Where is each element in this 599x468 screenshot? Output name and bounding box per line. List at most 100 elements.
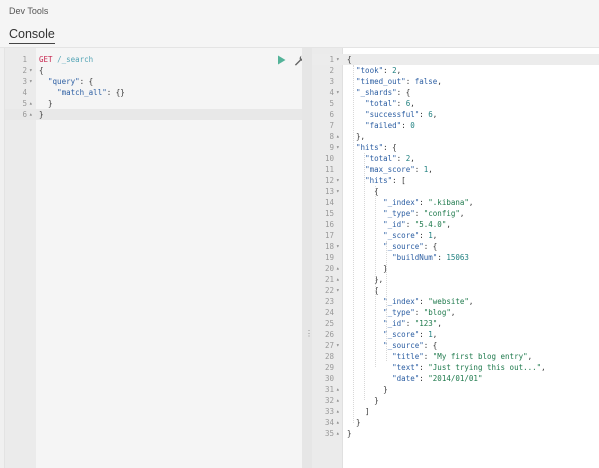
code-line[interactable]: 12 ▾ "hits": [ [312, 175, 599, 186]
fold-open-icon[interactable]: ▾ [336, 142, 342, 153]
resize-grip-icon[interactable]: ⋮ [305, 330, 313, 340]
line-number: 35 [324, 429, 334, 438]
fold-close-icon[interactable]: ▴ [336, 274, 342, 285]
code-token: : [414, 308, 424, 317]
code-text: "title": "My first blog entry", [347, 351, 599, 362]
fold-open-icon[interactable]: ▾ [29, 76, 35, 87]
code-text: "_id": "5.4.0", [347, 219, 599, 230]
response-viewer[interactable]: 1 ▾{2 "took": 2, 3 "timed_out": false, 4 ▾ "… [312, 48, 599, 468]
code-line[interactable]: 16 "_id": "5.4.0", [312, 219, 599, 230]
code-line[interactable]: 20 ▴ } [312, 263, 599, 274]
code-token: "hits" [356, 143, 384, 152]
code-line[interactable]: 27 ▾ "_source": { [312, 340, 599, 351]
code-token: "_index" [383, 198, 420, 207]
code-line[interactable]: 4 ▾ "_shards": { [312, 87, 599, 98]
code-line[interactable]: 33 ▴ ] [312, 406, 599, 417]
code-token: : [419, 363, 429, 372]
code-line[interactable]: 22 ▾ { [312, 285, 599, 296]
fold-open-icon[interactable]: ▾ [336, 54, 342, 65]
code-line[interactable]: 34 ▴ } [312, 417, 599, 428]
code-line[interactable]: 15 "_type": "config", [312, 208, 599, 219]
code-token: : { [383, 143, 397, 152]
code-token: , [541, 363, 546, 372]
line-number: 1 [329, 55, 334, 64]
code-line[interactable]: 5 ▴ } [5, 98, 302, 109]
code-token: /_search [57, 55, 94, 64]
code-line[interactable]: 1 ▾ { [312, 54, 599, 65]
fold-open-icon[interactable]: ▾ [336, 186, 342, 197]
line-number: 25 [324, 319, 334, 328]
code-line[interactable]: 7 "failed": 0 [312, 120, 599, 131]
code-line[interactable]: 4 "match_all": {} [5, 87, 302, 98]
code-line[interactable]: 21 ▴ }, [312, 274, 599, 285]
code-line[interactable]: 3 ▾ "query": { [5, 76, 302, 87]
code-token: , [437, 77, 442, 86]
code-line[interactable]: 2 ▾ { [5, 65, 302, 76]
line-number: 20 [324, 264, 334, 273]
code-line[interactable]: 25 "_id": "123", [312, 318, 599, 329]
code-token: : [383, 66, 393, 75]
code-line[interactable]: 9 ▾ "hits": { [312, 142, 599, 153]
code-line[interactable]: 17 "_score": 1, [312, 230, 599, 241]
code-line[interactable]: 1 GET /_search [5, 54, 302, 65]
fold-close-icon[interactable]: ▴ [336, 417, 342, 428]
code-line[interactable]: 2 "took": 2, [312, 65, 599, 76]
code-line[interactable]: 13 ▾ { [312, 186, 599, 197]
fold-open-icon[interactable]: ▾ [336, 175, 342, 186]
code-token: : [396, 154, 406, 163]
fold-open-icon[interactable]: ▾ [29, 65, 35, 76]
code-token: 0 [410, 121, 415, 130]
fold-close-icon[interactable]: ▴ [336, 384, 342, 395]
run-icon[interactable] [275, 54, 287, 66]
line-number: 11 [324, 165, 334, 174]
fold-open-icon[interactable]: ▾ [336, 241, 342, 252]
code-line[interactable]: 14 "_index": ".kibana", [312, 197, 599, 208]
code-line[interactable]: 5 "total": 6, [312, 98, 599, 109]
fold-open-icon[interactable]: ▾ [336, 340, 342, 351]
code-text: "buildNum": 15063 [347, 252, 599, 263]
code-text: }, [347, 274, 599, 285]
pane-resizer[interactable]: ⋮ [302, 48, 313, 468]
fold-open-icon[interactable]: ▾ [336, 285, 342, 296]
fold-close-icon[interactable]: ▴ [29, 98, 35, 109]
fold-close-icon[interactable]: ▴ [336, 406, 342, 417]
code-text: "text": "Just trying this out...", [347, 362, 599, 373]
code-line[interactable]: 6 ▴} [5, 109, 302, 120]
code-line[interactable]: 32 ▴ } [312, 395, 599, 406]
code-token: { [39, 66, 44, 75]
code-line[interactable]: 31 ▴ } [312, 384, 599, 395]
fold-open-icon[interactable]: ▾ [336, 87, 342, 98]
code-line[interactable]: 3 "timed_out": false, [312, 76, 599, 87]
code-line[interactable]: 35 ▴} [312, 428, 599, 439]
line-number: 14 [324, 198, 334, 207]
code-line[interactable]: 6 "successful": 6, [312, 109, 599, 120]
fold-close-icon[interactable]: ▴ [336, 428, 342, 439]
code-line[interactable]: 11 "max_score": 1, [312, 164, 599, 175]
code-line[interactable]: 30 "date": "2014/01/01" [312, 373, 599, 384]
code-line[interactable]: 8 ▴ }, [312, 131, 599, 142]
code-line[interactable]: 10 "total": 2, [312, 153, 599, 164]
code-line[interactable]: 28 "title": "My first blog entry", [312, 351, 599, 362]
line-number: 17 [324, 231, 334, 240]
code-token: }, [347, 132, 366, 141]
line-number: 12 [324, 176, 334, 185]
code-token: , [468, 198, 474, 207]
fold-close-icon[interactable]: ▴ [336, 395, 342, 406]
fold-close-icon[interactable]: ▴ [336, 263, 342, 274]
code-line[interactable]: 19 "buildNum": 15063 [312, 252, 599, 263]
code-line[interactable]: 26 "_score": 1, [312, 329, 599, 340]
fold-close-icon[interactable]: ▴ [336, 131, 342, 142]
tab-console[interactable]: Console [9, 27, 55, 44]
line-number: 21 [324, 275, 334, 284]
request-editor[interactable]: 1 GET /_search 2 ▾{3 ▾ "query": {4 "match_al… [4, 48, 302, 468]
code-text: "_index": ".kibana", [347, 197, 599, 208]
code-line[interactable]: 24 "_type": "blog", [312, 307, 599, 318]
wrench-icon[interactable] [293, 54, 302, 66]
code-line[interactable]: 18 ▾ "_source": { [312, 241, 599, 252]
breadcrumb[interactable]: Dev Tools [9, 6, 48, 16]
fold-close-icon[interactable]: ▴ [29, 109, 35, 120]
code-line[interactable]: 29 "text": "Just trying this out...", [312, 362, 599, 373]
code-line[interactable]: 23 "_index": "website", [312, 296, 599, 307]
